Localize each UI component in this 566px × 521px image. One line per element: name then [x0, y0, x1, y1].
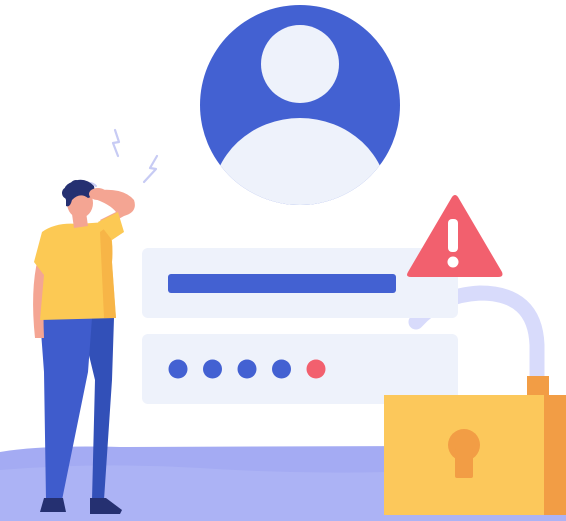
username-field-value-bar	[168, 274, 396, 293]
padlock-icon	[384, 376, 566, 515]
password-field	[142, 334, 458, 404]
username-field	[142, 248, 458, 318]
user-avatar-icon	[200, 5, 400, 205]
password-dot	[237, 359, 257, 379]
locked-account-illustration	[0, 0, 566, 521]
lightning-icon	[111, 128, 159, 184]
password-dot-error	[306, 359, 326, 379]
password-dot	[272, 359, 291, 379]
illustration-canvas	[0, 5, 566, 521]
warning-triangle-icon	[407, 195, 503, 277]
shoe-left	[40, 498, 66, 512]
password-dot	[168, 359, 188, 379]
password-dot	[203, 359, 222, 379]
